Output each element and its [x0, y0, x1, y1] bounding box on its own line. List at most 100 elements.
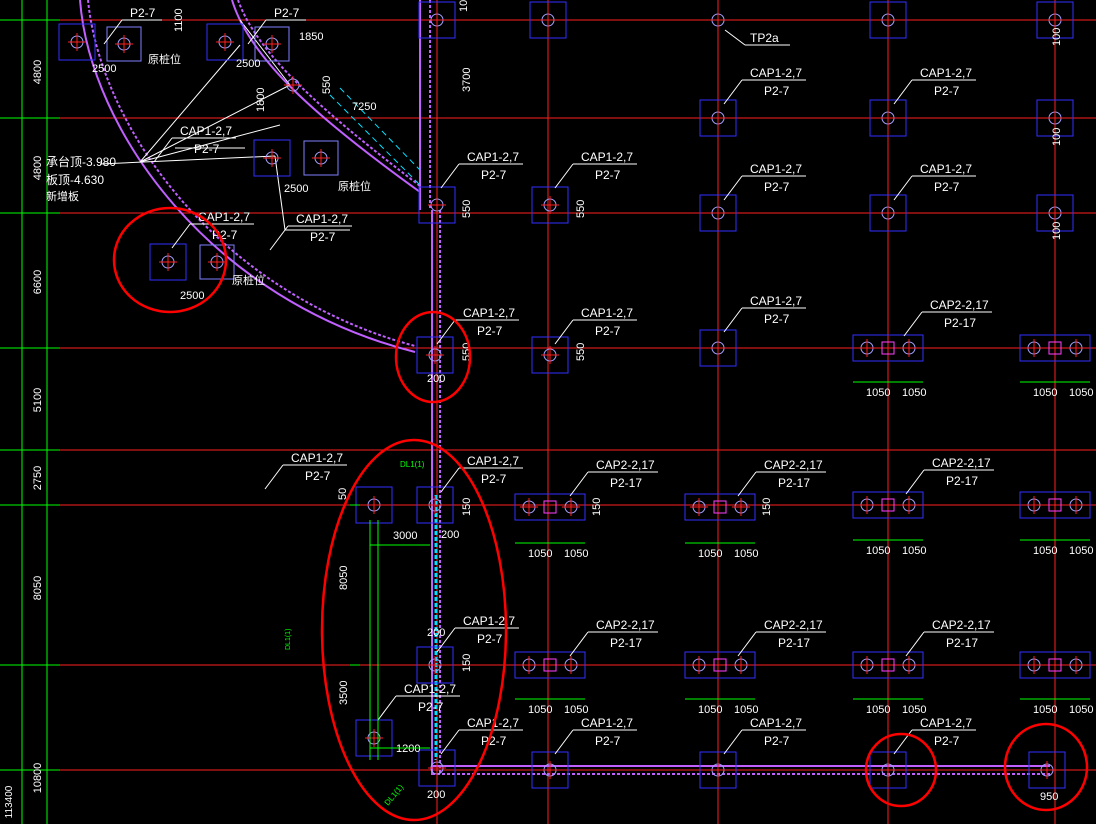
dim-6600: 6600 — [32, 270, 44, 294]
cap-type-label: CAP1-2,7 — [296, 212, 348, 226]
dim-5100: 5100 — [32, 388, 44, 412]
note-new-slab: 新增板 — [46, 189, 79, 203]
dim-150-d: 150 — [461, 654, 473, 672]
cad-drawing-canvas[interactable]: 4800 4800 6600 5100 2750 8050 10800 1134… — [0, 0, 1096, 824]
dim-1050: 1050 — [698, 704, 722, 716]
dim-1050: 1050 — [528, 548, 552, 560]
pile-type-label: P2-7 — [481, 472, 507, 486]
cap-type-label: CAP2-2,17 — [932, 456, 991, 470]
cap-type-label: CAP2-2,17 — [932, 618, 991, 632]
dim-4800-a: 4800 — [32, 60, 44, 84]
dim-8050-mid: 8050 — [338, 566, 350, 590]
cap-type-label: CAP1-2,7 — [750, 66, 802, 80]
cap-type-label: CAP1-2,7 — [291, 451, 343, 465]
pile-type-label: P2-7 — [481, 734, 507, 748]
cap-type-label: P2-7 — [274, 6, 300, 20]
dim-1050: 1050 — [902, 545, 926, 557]
dim-4800-b: 4800 — [32, 156, 44, 180]
cap-type-label: CAP1-2,7 — [198, 210, 250, 224]
dim-2500-a: 2500 — [92, 63, 116, 75]
dim-200-c: 200 — [427, 627, 445, 639]
dim-2500-d: 2500 — [180, 290, 204, 302]
pile-type-label: P2-7 — [481, 168, 507, 182]
dim-7250: 7250 — [352, 101, 376, 113]
dim-1200: 1200 — [396, 743, 420, 755]
dim-1050: 1050 — [698, 548, 722, 560]
cap-type-label: P2-7 — [130, 6, 156, 20]
green-note-1: DL1(1) — [400, 460, 425, 469]
dim-1050: 1050 — [1033, 704, 1057, 716]
dim-200-d: 200 — [427, 789, 445, 801]
cap-type-label: CAP1-2,7 — [920, 716, 972, 730]
dim-1050: 1050 — [866, 545, 890, 557]
dim-1050: 1050 — [866, 387, 890, 399]
pile-type-label: P2-17 — [610, 476, 642, 490]
pile-type-label: P2-17 — [610, 636, 642, 650]
dim-1050: 1050 — [1069, 387, 1093, 399]
pile-type-label: P2-7 — [934, 180, 960, 194]
pile-type-label: P2-17 — [778, 636, 810, 650]
dim-1800: 1800 — [255, 88, 267, 112]
dim-1050: 1050 — [1069, 545, 1093, 557]
dim-100-c: 100 — [1051, 222, 1063, 240]
dim-550-d: 550 — [575, 343, 587, 361]
cap-type-label: CAP1-2,7 — [750, 294, 802, 308]
cap-type-label: CAP1-2,7 — [463, 306, 515, 320]
dim-113400: 113400 — [4, 785, 15, 818]
dim-100-d: 100 — [458, 0, 470, 12]
orig-pos-1: 原桩位 — [148, 52, 181, 66]
dim-100-b: 100 — [1051, 128, 1063, 146]
cap-type-label: CAP1-2,7 — [750, 162, 802, 176]
pile-type-label: P2-7 — [477, 632, 503, 646]
dim-1050: 1050 — [734, 704, 758, 716]
dim-1050: 1050 — [1033, 387, 1057, 399]
dim-3700: 3700 — [461, 68, 473, 92]
dim-550-top: 550 — [321, 76, 333, 94]
pile-type-label: P2-7 — [477, 324, 503, 338]
pile-type-label: P2-17 — [946, 636, 978, 650]
dim-550-a: 550 — [461, 200, 473, 218]
cap-type-label: CAP1-2,7 — [463, 614, 515, 628]
pile-type-label: P2-7 — [418, 700, 444, 714]
dim-1050: 1050 — [528, 704, 552, 716]
cap-type-label: CAP1-2,7 — [404, 682, 456, 696]
dim-1850: 1850 — [299, 31, 323, 43]
dim-100-a: 100 — [1051, 28, 1063, 46]
dim-1100: 1100 — [173, 8, 185, 32]
tp2a-text: TP2a — [750, 31, 779, 45]
dim-150-b: 150 — [591, 498, 603, 516]
dim-8050: 8050 — [32, 576, 44, 600]
dim-1050: 1050 — [564, 704, 588, 716]
pile-type-label: P2-7 — [305, 469, 331, 483]
pile-type-label: P2-7 — [194, 142, 220, 156]
cap-type-label: CAP1-2,7 — [180, 124, 232, 138]
dim-950: 950 — [1040, 791, 1058, 803]
dim-3500: 3500 — [338, 681, 350, 705]
pile-type-label: P2-7 — [595, 324, 621, 338]
dim-200-b: 200 — [441, 529, 459, 541]
dim-550-b: 550 — [575, 200, 587, 218]
cap-type-label: CAP1-2,7 — [581, 150, 633, 164]
dim-1050: 1050 — [564, 548, 588, 560]
cap-type-label: CAP2-2,17 — [764, 618, 823, 632]
pile-type-label: P2-7 — [934, 84, 960, 98]
pile-type-label: P2-7 — [764, 312, 790, 326]
pile-type-label: P2-17 — [946, 474, 978, 488]
cap-type-label: CAP1-2,7 — [581, 716, 633, 730]
orig-pos-3: 原桩位 — [232, 273, 265, 287]
cap-type-label: CAP1-2,7 — [920, 66, 972, 80]
cap-type-label: CAP2-2,17 — [596, 618, 655, 632]
dim-200-a: 200 — [427, 373, 445, 385]
cap-type-label: CAP2-2,17 — [764, 458, 823, 472]
orig-pos-2: 原桩位 — [338, 179, 371, 193]
pile-type-label: P2-17 — [778, 476, 810, 490]
dim-3000: 3000 — [393, 530, 417, 542]
dim-1050: 1050 — [734, 548, 758, 560]
dim-1050: 1050 — [1069, 704, 1093, 716]
cap-type-label: CAP1-2,7 — [467, 454, 519, 468]
dim-2500-c: 2500 — [284, 183, 308, 195]
dim-10800: 10800 — [32, 763, 44, 794]
dim-150-a: 150 — [461, 498, 473, 516]
dim-1050: 1050 — [902, 704, 926, 716]
pile-type-label: P2-7 — [595, 734, 621, 748]
